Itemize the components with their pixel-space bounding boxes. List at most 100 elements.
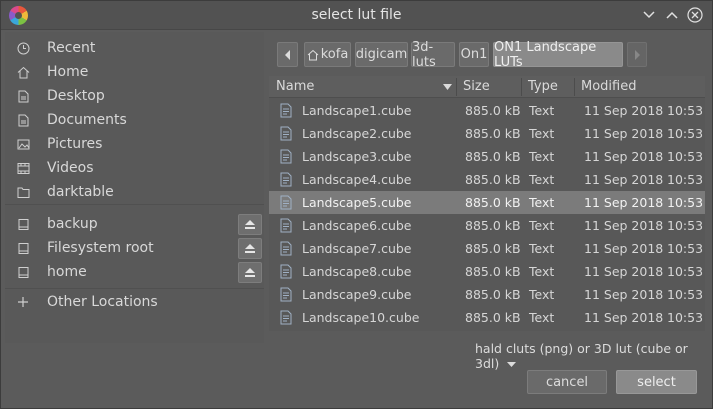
plus-icon <box>16 295 30 309</box>
path-back-button[interactable] <box>277 42 298 67</box>
column-header-name[interactable]: Name <box>276 79 314 94</box>
crumb-label: ON1 Landscape LUTs <box>494 39 597 70</box>
file-size: 885.0 kB <box>465 264 521 279</box>
clock-icon <box>16 41 30 55</box>
column-header-type[interactable]: Type <box>528 79 558 94</box>
crumb-label: kofa <box>320 47 349 62</box>
file-name: Landscape5.cube <box>302 195 412 210</box>
arrow-left-icon <box>284 49 290 60</box>
text-file-icon <box>280 241 292 256</box>
file-row[interactable]: Landscape8.cube 885.0 kB Text 11 Sep 2018 10… <box>269 260 705 283</box>
path-crumb-on1-landscape-luts[interactable]: ON1 Landscape LUTs <box>493 39 623 70</box>
sidebar-item-label: Pictures <box>47 136 103 152</box>
sidebar-item-label: Desktop <box>47 88 105 104</box>
file-type: Text <box>529 103 555 118</box>
file-name: Landscape10.cube <box>302 310 420 325</box>
file-time: 10:53 <box>667 287 704 302</box>
file-row[interactable]: Landscape2.cube 885.0 kB Text 11 Sep 2018 10… <box>269 122 705 145</box>
file-type-filter[interactable]: hald cluts (png) or 3D lut (cube or 3dl) <box>475 341 712 371</box>
file-row[interactable]: Landscape3.cube 885.0 kB Text 11 Sep 2018 10… <box>269 145 705 168</box>
file-name: Landscape1.cube <box>302 103 412 118</box>
column-separator <box>521 78 522 96</box>
file-time: 10:53 <box>667 126 704 141</box>
file-type: Text <box>529 172 555 187</box>
file-name: Landscape8.cube <box>302 264 412 279</box>
file-date: 11 Sep 2018 <box>584 126 664 141</box>
folder-icon <box>16 89 30 103</box>
file-time: 10:53 <box>667 103 704 118</box>
file-type: Text <box>529 149 555 164</box>
file-size: 885.0 kB <box>465 172 521 187</box>
sidebar-item-other-locations[interactable]: Other Locations <box>5 290 264 314</box>
file-row[interactable]: Landscape5.cube 885.0 kB Text 11 Sep 2018 10… <box>269 191 705 214</box>
file-size: 885.0 kB <box>465 287 521 302</box>
file-size: 885.0 kB <box>465 126 521 141</box>
file-date: 11 Sep 2018 <box>584 241 664 256</box>
sidebar-item-darktable[interactable]: darktable <box>5 180 264 204</box>
sidebar-item-label: Other Locations <box>47 294 158 310</box>
sidebar-item-label: backup <box>47 216 98 232</box>
path-forward-button[interactable] <box>627 42 647 67</box>
file-row[interactable]: Landscape1.cube 885.0 kB Text 11 Sep 2018 10… <box>269 99 705 122</box>
column-header-modified[interactable]: Modified <box>581 79 636 94</box>
sidebar-item-videos[interactable]: Videos <box>5 156 264 180</box>
file-size: 885.0 kB <box>465 149 521 164</box>
eject-button[interactable] <box>238 261 262 283</box>
sidebar-item-label: Recent <box>47 40 96 56</box>
minimize-button[interactable] <box>639 5 659 25</box>
file-name: Landscape2.cube <box>302 126 412 141</box>
file-time: 10:53 <box>667 241 704 256</box>
sidebar-item-desktop[interactable]: Desktop <box>5 84 264 108</box>
drive-icon <box>16 241 30 255</box>
text-file-icon <box>280 218 292 233</box>
close-button[interactable] <box>685 5 705 25</box>
path-crumb-3d-luts[interactable]: 3d-luts <box>411 40 455 70</box>
text-file-icon <box>280 310 292 325</box>
path-crumb-kofa[interactable]: kofa <box>304 42 351 67</box>
file-time: 10:53 <box>667 149 704 164</box>
arrow-right-icon <box>635 49 640 60</box>
maximize-button[interactable] <box>662 5 682 25</box>
file-row[interactable]: Landscape9.cube 885.0 kB Text 11 Sep 2018 10… <box>269 283 705 306</box>
file-date: 11 Sep 2018 <box>584 103 664 118</box>
file-date: 11 Sep 2018 <box>584 310 664 325</box>
close-circle-icon <box>687 7 703 23</box>
sidebar-item-pictures[interactable]: Pictures <box>5 132 264 156</box>
eject-button[interactable] <box>238 237 262 259</box>
file-chooser-dialog: select lut file Recent Home Desktop Docu… <box>0 0 713 409</box>
file-type: Text <box>529 218 555 233</box>
drive-icon <box>16 265 30 279</box>
sidebar-item-home-drive[interactable]: home <box>5 260 264 284</box>
text-file-icon <box>280 126 292 141</box>
sidebar-item-backup[interactable]: backup <box>5 212 264 236</box>
file-row[interactable]: Landscape6.cube 885.0 kB Text 11 Sep 2018 10… <box>269 214 705 237</box>
sidebar-item-filesystem-root[interactable]: Filesystem root <box>5 236 264 260</box>
eject-button[interactable] <box>238 213 262 235</box>
file-type: Text <box>529 126 555 141</box>
sidebar-item-label: Documents <box>47 112 127 128</box>
file-type: Text <box>529 241 555 256</box>
file-row[interactable]: Landscape4.cube 885.0 kB Text 11 Sep 2018 10… <box>269 168 705 191</box>
sidebar-item-documents[interactable]: Documents <box>5 108 264 132</box>
places-sidebar: Recent Home Desktop Documents Pictures V… <box>5 32 264 343</box>
sidebar-item-recent[interactable]: Recent <box>5 36 264 60</box>
select-button[interactable]: select <box>616 370 697 394</box>
file-size: 885.0 kB <box>465 241 521 256</box>
home-icon <box>16 65 30 79</box>
column-header-size[interactable]: Size <box>463 79 490 94</box>
file-time: 10:53 <box>667 310 704 325</box>
sidebar-item-home[interactable]: Home <box>5 60 264 84</box>
file-row[interactable]: Landscape10.cube 885.0 kB Text 11 Sep 2018 1… <box>269 306 705 329</box>
column-separator <box>574 78 575 96</box>
file-row[interactable]: Landscape7.cube 885.0 kB Text 11 Sep 2018 10… <box>269 237 705 260</box>
file-type: Text <box>529 195 555 210</box>
path-crumb-digicam[interactable]: digicam <box>355 42 408 67</box>
crumb-label: On1 <box>460 47 488 62</box>
eject-icon <box>245 219 255 229</box>
file-name: Landscape4.cube <box>302 172 412 187</box>
file-date: 11 Sep 2018 <box>584 172 664 187</box>
cancel-button[interactable]: cancel <box>527 370 607 394</box>
path-crumb-on1[interactable]: On1 <box>459 42 489 67</box>
folder-icon <box>16 185 30 199</box>
chevron-down-icon <box>507 362 517 367</box>
